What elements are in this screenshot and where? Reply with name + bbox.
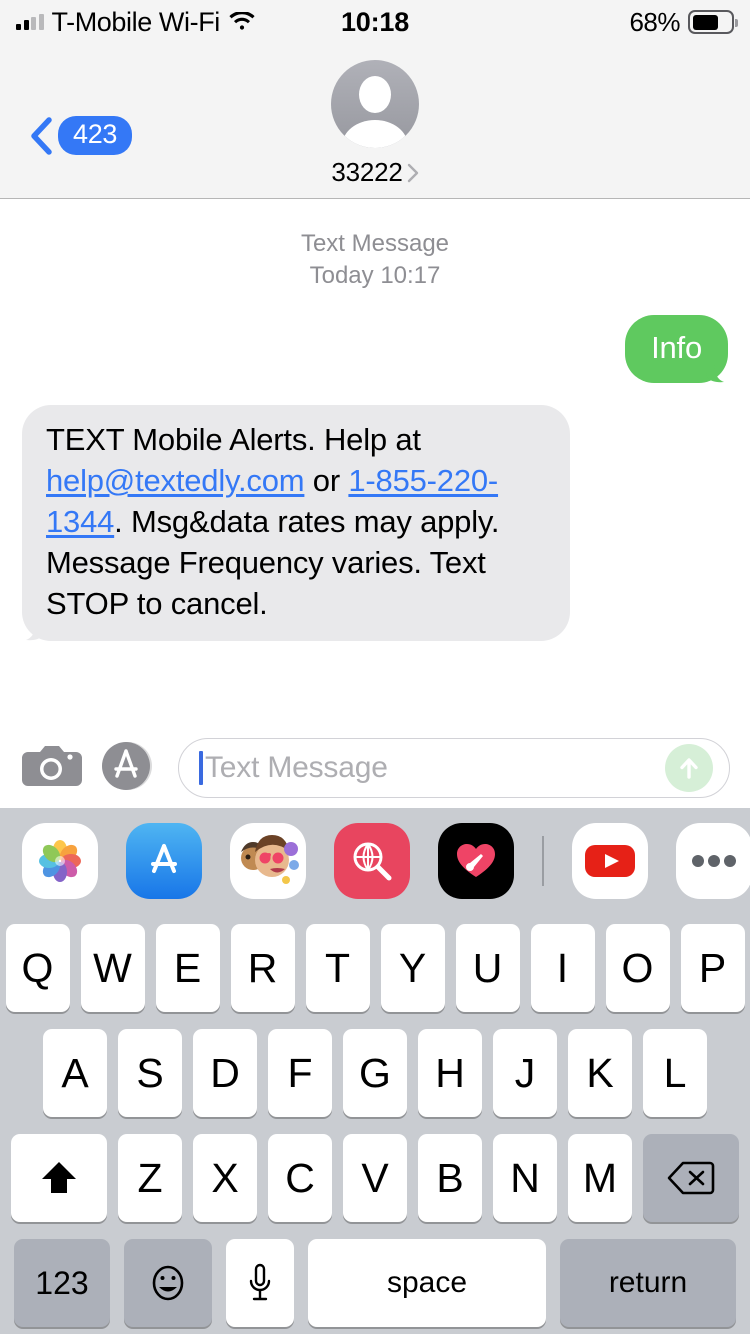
backspace-delete-icon bbox=[667, 1161, 715, 1195]
message-group-header: Text Message Today 10:17 bbox=[0, 228, 750, 291]
key-k[interactable]: K bbox=[568, 1029, 632, 1117]
status-bar-left: T-Mobile Wi-Fi bbox=[16, 6, 256, 37]
backspace-key[interactable] bbox=[643, 1134, 739, 1222]
drawer-divider bbox=[542, 836, 544, 886]
youtube-app-icon[interactable] bbox=[572, 823, 648, 899]
space-key[interactable]: space bbox=[308, 1239, 546, 1327]
send-button[interactable] bbox=[665, 744, 713, 792]
key-q[interactable]: Q bbox=[5, 924, 70, 1012]
message-text-part: or bbox=[304, 462, 349, 498]
youtube-play-icon bbox=[585, 845, 635, 877]
message-text-part: TEXT Mobile Alerts. Help at bbox=[46, 421, 421, 457]
key-n[interactable]: N bbox=[493, 1134, 557, 1222]
key-t[interactable]: T bbox=[305, 924, 370, 1012]
apple-music-app-icon[interactable] bbox=[438, 823, 514, 899]
imessage-apps-button[interactable] bbox=[102, 738, 158, 799]
memoji-app-icon[interactable] bbox=[230, 823, 306, 899]
key-e[interactable]: E bbox=[155, 924, 220, 1012]
key-p[interactable]: P bbox=[680, 924, 745, 1012]
message-timestamp: Today 10:17 bbox=[309, 261, 441, 289]
key-l[interactable]: L bbox=[643, 1029, 707, 1117]
photos-pinwheel-icon bbox=[39, 840, 81, 882]
keyboard-row-2: ASDFGHJKL bbox=[0, 1029, 750, 1117]
key-i[interactable]: I bbox=[530, 924, 595, 1012]
ellipsis-icon bbox=[692, 855, 736, 867]
app-store-app-icon[interactable] bbox=[126, 823, 202, 899]
keyboard-row-3: ZXCVBNM bbox=[0, 1134, 750, 1222]
key-m[interactable]: M bbox=[568, 1134, 632, 1222]
key-u[interactable]: U bbox=[455, 924, 520, 1012]
carrier-label: T-Mobile Wi-Fi bbox=[51, 6, 221, 37]
key-y[interactable]: Y bbox=[380, 924, 445, 1012]
message-row-received: TEXT Mobile Alerts. Help at help@textedl… bbox=[0, 404, 750, 641]
key-c[interactable]: C bbox=[268, 1134, 332, 1222]
key-h[interactable]: H bbox=[418, 1029, 482, 1117]
key-w[interactable]: W bbox=[80, 924, 145, 1012]
message-row-sent: Info bbox=[0, 315, 750, 383]
key-z[interactable]: Z bbox=[118, 1134, 182, 1222]
bubble-tail-icon bbox=[12, 606, 46, 641]
images-search-app-icon[interactable] bbox=[334, 823, 410, 899]
key-g[interactable]: G bbox=[343, 1029, 407, 1117]
shift-up-arrow-icon bbox=[42, 1162, 76, 1193]
status-bar-right: 68% bbox=[629, 6, 738, 38]
message-text-part: . Msg&data rates may apply. Message Freq… bbox=[46, 504, 500, 622]
key-s[interactable]: S bbox=[118, 1029, 182, 1117]
key-r[interactable]: R bbox=[230, 924, 295, 1012]
key-a[interactable]: A bbox=[43, 1029, 107, 1117]
message-bubble-sent[interactable]: Info bbox=[625, 315, 728, 383]
images-globe-search-icon bbox=[353, 842, 392, 881]
status-bar: T-Mobile Wi-Fi 10:18 68% bbox=[0, 0, 750, 44]
message-list[interactable]: Text Message Today 10:17 Info TEXT Mobil… bbox=[0, 199, 750, 728]
battery-icon bbox=[688, 10, 738, 34]
service-type-label: Text Message bbox=[300, 230, 450, 257]
email-link[interactable]: help@textedly.com bbox=[46, 463, 305, 498]
avatar bbox=[331, 60, 419, 148]
return-key[interactable]: return bbox=[560, 1239, 736, 1327]
wifi-icon bbox=[229, 11, 255, 30]
cellular-signal-icon bbox=[16, 14, 44, 30]
message-input-bar: Text Message bbox=[0, 728, 750, 808]
camera-button[interactable] bbox=[20, 742, 82, 795]
key-x[interactable]: X bbox=[193, 1134, 257, 1222]
bubble-tail-icon bbox=[704, 348, 738, 383]
emoji-key[interactable] bbox=[124, 1239, 212, 1327]
conversation-header: 423 33222 bbox=[0, 44, 750, 199]
battery-percent-label: 68% bbox=[629, 6, 680, 37]
app-store-a-icon bbox=[151, 844, 177, 873]
emoji-smiley-icon bbox=[152, 1265, 184, 1301]
contact-name-row: 33222 bbox=[331, 157, 418, 188]
app-store-icon bbox=[102, 741, 152, 790]
memoji-stickers-icon bbox=[241, 835, 299, 884]
key-o[interactable]: O bbox=[605, 924, 670, 1012]
message-input-placeholder: Text Message bbox=[205, 751, 388, 784]
key-d[interactable]: D bbox=[193, 1029, 257, 1117]
keyboard-row-4: 123 space return bbox=[0, 1239, 750, 1327]
microphone-icon bbox=[249, 1263, 271, 1301]
contact-name-label: 33222 bbox=[331, 157, 403, 187]
shift-key[interactable] bbox=[11, 1134, 107, 1222]
music-heart-icon bbox=[457, 844, 495, 877]
numbers-key[interactable]: 123 bbox=[14, 1239, 110, 1327]
camera-icon bbox=[22, 745, 82, 786]
dictation-key[interactable] bbox=[226, 1239, 294, 1327]
imessage-app-drawer[interactable] bbox=[0, 808, 750, 914]
key-j[interactable]: J bbox=[493, 1029, 557, 1117]
onscreen-keyboard[interactable]: QWERTYUIOP ASDFGHJKL ZXCVBNM 123 space r… bbox=[0, 914, 750, 1334]
message-text: Info bbox=[651, 330, 702, 366]
more-apps-icon[interactable] bbox=[676, 823, 750, 899]
keyboard-row-1: QWERTYUIOP bbox=[0, 924, 750, 1012]
text-cursor bbox=[199, 751, 203, 785]
photos-app-icon[interactable] bbox=[22, 823, 98, 899]
message-bubble-received[interactable]: TEXT Mobile Alerts. Help at help@textedl… bbox=[22, 404, 570, 641]
chevron-right-icon bbox=[407, 163, 418, 182]
key-b[interactable]: B bbox=[418, 1134, 482, 1222]
key-f[interactable]: F bbox=[268, 1029, 332, 1117]
contact-details-button[interactable]: 33222 bbox=[0, 60, 750, 188]
send-arrow-up-icon bbox=[680, 758, 698, 779]
message-text-field[interactable]: Text Message bbox=[178, 738, 730, 798]
key-v[interactable]: V bbox=[343, 1134, 407, 1222]
